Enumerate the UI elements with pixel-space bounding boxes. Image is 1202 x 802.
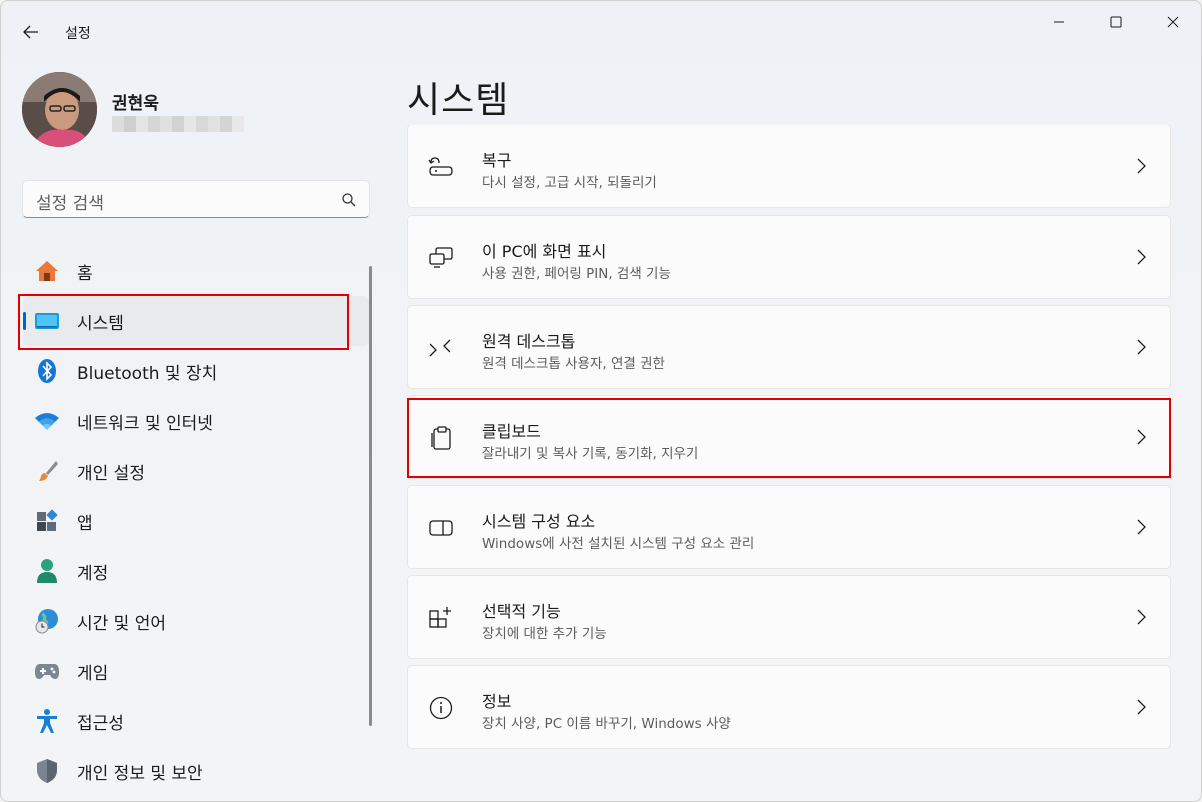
card-description: 원격 데스크톱 사용자, 연결 권한 — [482, 356, 665, 372]
settings-window: 설정 권현욱 설정 검색 홈 시스템 Bluetooth 및 장치 네트워크 및… — [0, 0, 1202, 802]
network-icon — [34, 408, 60, 434]
sidebar-item-privacy[interactable]: 개인 정보 및 보안 — [23, 746, 369, 796]
card-title: 클립보드 — [482, 422, 541, 441]
recovery-icon — [428, 154, 454, 180]
sidebar-label-time-language: 시간 및 언어 — [77, 613, 167, 634]
card-description: 다시 설정, 고급 시작, 되돌리기 — [482, 175, 657, 191]
user-avatar[interactable] — [22, 72, 97, 147]
sidebar-label-gaming: 게임 — [77, 663, 109, 684]
card-optional-features[interactable]: 선택적 기능 장치에 대한 추가 기능 — [407, 575, 1171, 659]
user-name: 권현욱 — [112, 94, 159, 114]
chevron-right-icon — [1137, 609, 1146, 625]
card-project-to-pc[interactable]: 이 PC에 화면 표시 사용 권한, 페어링 PIN, 검색 기능 — [407, 215, 1171, 299]
sidebar-item-time-language[interactable]: 시간 및 언어 — [23, 596, 369, 646]
card-title: 시스템 구성 요소 — [482, 512, 596, 531]
sidebar-label-system: 시스템 — [77, 313, 124, 334]
clipboard-icon — [428, 425, 454, 451]
card-title: 원격 데스크톱 — [482, 332, 576, 351]
sidebar-label-bluetooth: Bluetooth 및 장치 — [77, 363, 218, 384]
sidebar-label-home: 홈 — [77, 263, 93, 284]
sidebar-item-gaming[interactable]: 게임 — [23, 646, 369, 696]
close-button[interactable] — [1145, 7, 1201, 37]
card-recovery[interactable]: 복구 다시 설정, 고급 시작, 되돌리기 — [407, 125, 1171, 208]
components-icon — [428, 515, 454, 541]
card-about[interactable]: 정보 장치 사양, PC 이름 바꾸기, Windows 사양 — [407, 665, 1171, 749]
sidebar-item-system[interactable]: 시스템 — [23, 296, 369, 346]
time-language-icon — [34, 608, 60, 634]
card-description: Windows에 사전 설치된 시스템 구성 요소 관리 — [482, 536, 755, 552]
apps-icon — [34, 508, 60, 534]
accessibility-icon — [34, 708, 60, 734]
user-email-blurred — [112, 116, 253, 132]
page-title: 시스템 — [407, 80, 510, 121]
card-description: 사용 권한, 페어링 PIN, 검색 기능 — [482, 266, 671, 282]
card-description: 잘라내기 및 복사 기록, 동기화, 지우기 — [482, 446, 699, 462]
sidebar-item-network[interactable]: 네트워크 및 인터넷 — [23, 396, 369, 446]
search-icon — [342, 193, 356, 207]
chevron-right-icon — [1137, 339, 1146, 355]
sidebar-nav: 홈 시스템 Bluetooth 및 장치 네트워크 및 인터넷 개인 설정 앱 … — [23, 246, 369, 796]
sidebar-label-accounts: 계정 — [77, 563, 109, 584]
card-title: 복구 — [482, 151, 512, 170]
chevron-right-icon — [1137, 158, 1146, 174]
maximize-icon — [1110, 16, 1122, 28]
sidebar-item-apps[interactable]: 앱 — [23, 496, 369, 546]
card-description: 장치에 대한 추가 기능 — [482, 626, 607, 642]
sidebar-label-apps: 앱 — [77, 513, 93, 534]
search-placeholder[interactable]: 설정 검색 — [36, 189, 104, 214]
minimize-button[interactable] — [1031, 7, 1087, 37]
minimize-icon — [1054, 21, 1064, 23]
card-description: 장치 사양, PC 이름 바꾸기, Windows 사양 — [482, 716, 731, 732]
sidebar-item-accessibility[interactable]: 접근성 — [23, 696, 369, 746]
optional-features-icon — [428, 605, 454, 631]
close-icon — [1167, 16, 1179, 28]
card-title: 선택적 기능 — [482, 602, 561, 621]
sidebar-item-bluetooth[interactable]: Bluetooth 및 장치 — [23, 346, 369, 396]
sidebar-label-network: 네트워크 및 인터넷 — [77, 413, 213, 434]
settings-card-list: 복구 다시 설정, 고급 시작, 되돌리기 이 PC에 화면 표시 사용 권한,… — [407, 125, 1171, 801]
title-bar: 설정 — [1, 1, 1201, 63]
sidebar-item-personalization[interactable]: 개인 설정 — [23, 446, 369, 496]
chevron-right-icon — [1137, 429, 1146, 445]
chevron-right-icon — [1137, 699, 1146, 715]
bluetooth-icon — [34, 358, 60, 384]
sidebar-label-privacy: 개인 정보 및 보안 — [77, 763, 203, 784]
project-icon — [428, 245, 454, 271]
back-button[interactable] — [15, 17, 47, 47]
sidebar-label-accessibility: 접근성 — [77, 713, 124, 734]
maximize-button[interactable] — [1088, 7, 1144, 37]
shield-icon — [34, 758, 60, 784]
card-title: 이 PC에 화면 표시 — [482, 242, 607, 261]
brush-icon — [34, 458, 60, 484]
card-title: 정보 — [482, 692, 512, 711]
account-icon — [34, 558, 60, 584]
chevron-right-icon — [1137, 519, 1146, 535]
sidebar-scrollbar[interactable] — [369, 266, 372, 726]
system-icon — [34, 308, 60, 334]
info-icon — [428, 695, 454, 721]
sidebar-item-home[interactable]: 홈 — [23, 246, 369, 296]
card-remote-desktop[interactable]: 원격 데스크톱 원격 데스크톱 사용자, 연결 권한 — [407, 305, 1171, 389]
home-icon — [34, 258, 60, 284]
back-arrow-icon — [23, 25, 38, 39]
sidebar-label-personalization: 개인 설정 — [77, 463, 145, 484]
settings-search[interactable]: 설정 검색 — [22, 180, 370, 218]
gaming-icon — [34, 658, 60, 684]
card-system-components[interactable]: 시스템 구성 요소 Windows에 사전 설치된 시스템 구성 요소 관리 — [407, 485, 1171, 569]
card-clipboard[interactable]: 클립보드 잘라내기 및 복사 기록, 동기화, 지우기 — [407, 395, 1171, 479]
window-title: 설정 — [65, 26, 91, 42]
active-indicator — [23, 312, 26, 330]
sidebar-item-accounts[interactable]: 계정 — [23, 546, 369, 596]
remote-desktop-icon — [428, 335, 454, 361]
chevron-right-icon — [1137, 249, 1146, 265]
